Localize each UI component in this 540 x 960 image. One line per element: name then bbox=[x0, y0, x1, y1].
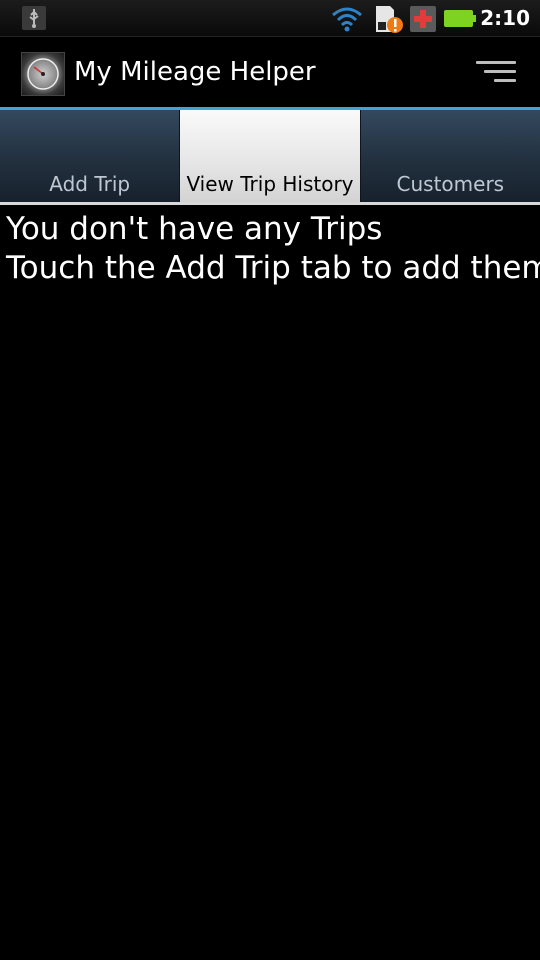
empty-message-line-2: Touch the Add Trip tab to add them bbox=[6, 250, 540, 286]
tab-label: Customers bbox=[396, 172, 505, 196]
wifi-icon bbox=[330, 5, 364, 33]
menu-icon[interactable] bbox=[476, 61, 520, 87]
status-time: 2:10 bbox=[480, 6, 530, 30]
tab-bar: Add Trip View Trip History Customers bbox=[0, 110, 540, 205]
tab-label: Add Trip bbox=[49, 172, 131, 196]
medical-app-icon bbox=[410, 6, 436, 32]
app-title: My Mileage Helper bbox=[74, 57, 316, 87]
app-title-bar: My Mileage Helper bbox=[0, 37, 540, 110]
tab-add-trip[interactable]: Add Trip bbox=[0, 110, 181, 202]
status-bar: 2:10 bbox=[0, 0, 540, 37]
tab-label: View Trip History bbox=[186, 172, 354, 196]
usb-icon bbox=[22, 6, 46, 30]
empty-message-line-1: You don't have any Trips bbox=[6, 211, 383, 247]
tab-view-trip-history[interactable]: View Trip History bbox=[180, 110, 361, 202]
tab-customers[interactable]: Customers bbox=[360, 110, 540, 202]
speedometer-icon bbox=[21, 52, 65, 96]
battery-icon bbox=[444, 10, 476, 27]
sd-card-warning-icon bbox=[374, 4, 404, 34]
empty-state-message: You don't have any Trips Touch the Add T… bbox=[6, 210, 540, 288]
